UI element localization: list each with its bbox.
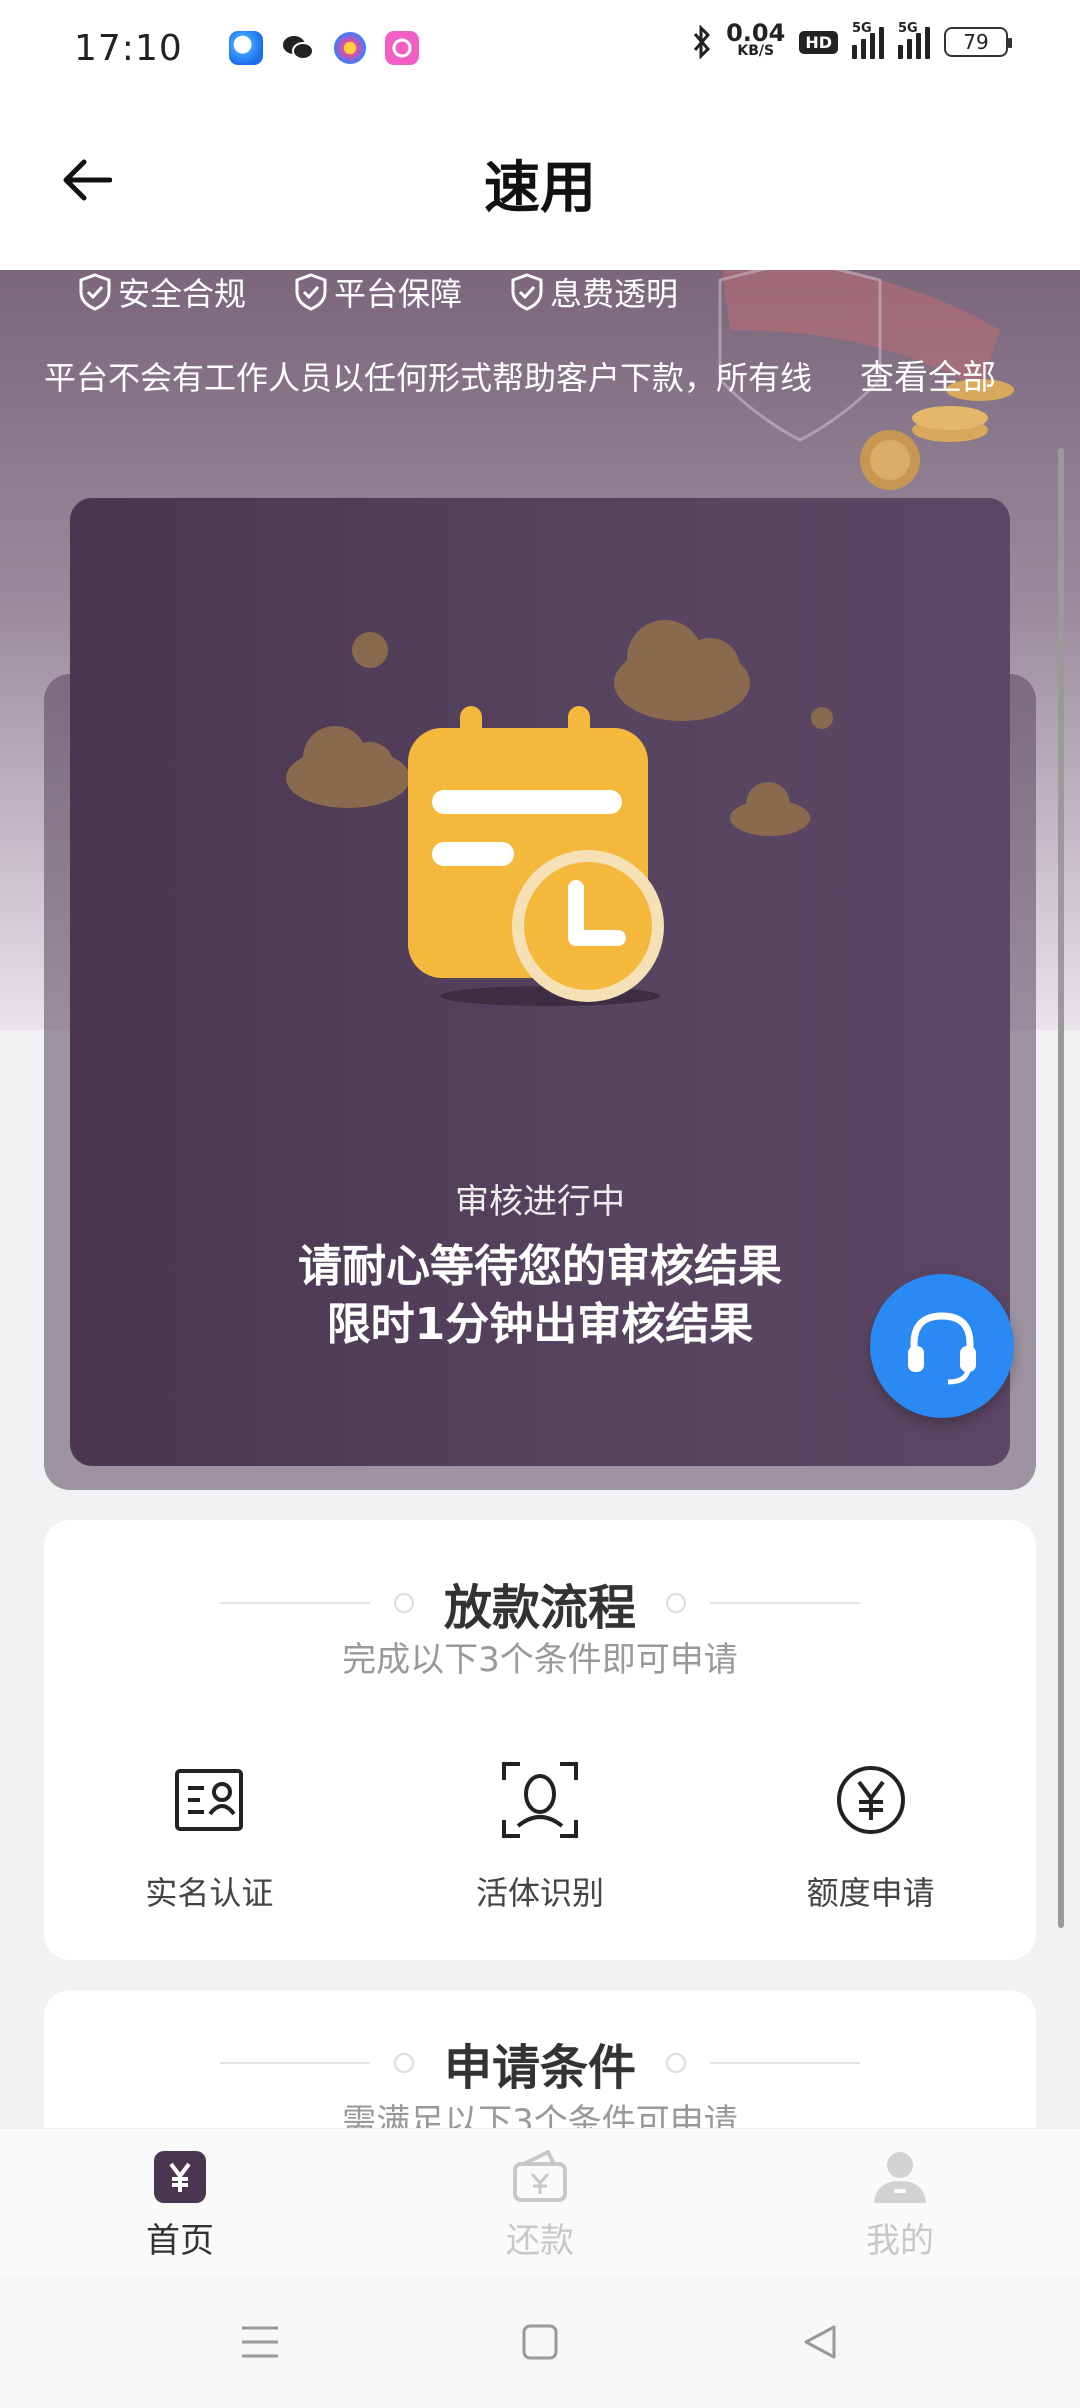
tab-label: 还款 bbox=[506, 2221, 574, 2261]
divider-line bbox=[219, 1602, 370, 1604]
divider-line bbox=[219, 2062, 370, 2064]
process-subtitle: 完成以下3个条件即可申请 bbox=[342, 1640, 738, 1680]
user-icon bbox=[872, 2149, 928, 2205]
system-indicators: 0.04 KB/S HD 5G 5G 79 bbox=[692, 19, 1012, 60]
tab-home[interactable]: 首页 bbox=[0, 2129, 360, 2276]
badge-label: 平台保障 bbox=[334, 275, 463, 313]
page-title: 速用 bbox=[484, 155, 596, 221]
divider-line bbox=[710, 2062, 860, 2064]
triangle-back-icon bbox=[804, 2325, 836, 2359]
customer-service-button[interactable] bbox=[870, 1274, 1014, 1418]
notice-marquee: 平台不会有工作人员以任何形式帮助客户下款，所有线 bbox=[44, 350, 824, 406]
face-scan-icon bbox=[500, 1760, 580, 1840]
divider-dot bbox=[393, 1593, 414, 1613]
conditions-title: 申请条件 bbox=[443, 2040, 636, 2096]
wechat-icon bbox=[280, 31, 315, 65]
review-status-card: 审核进行中 请耐心等待您的审核结果 限时1分钟出审核结果 bbox=[70, 498, 1010, 1466]
back-button[interactable] bbox=[54, 148, 118, 212]
net-speed-unit: KB/S bbox=[737, 43, 775, 59]
tab-label: 我的 bbox=[866, 2221, 934, 2261]
review-message: 请耐心等待您的审核结果 限时1分钟出审核结果 bbox=[70, 1238, 1010, 1354]
process-header: 放款流程 bbox=[44, 1568, 1036, 1638]
divider-dot bbox=[666, 2053, 686, 2073]
network-speed: 0.04 KB/S bbox=[726, 19, 786, 60]
review-status-label: 审核进行中 bbox=[455, 1182, 625, 1222]
step-real-name[interactable]: 实名认证 bbox=[44, 1760, 375, 1914]
shield-check-icon bbox=[511, 273, 543, 311]
step-label: 额度申请 bbox=[806, 1874, 935, 1912]
scrollbar[interactable] bbox=[1058, 448, 1064, 1928]
top-header: 速用 bbox=[0, 96, 1080, 270]
arrow-left-icon bbox=[63, 159, 112, 201]
trust-badges: 安全合规 平台保障 息费透明 bbox=[78, 270, 678, 314]
calendar-clock-illustration bbox=[286, 620, 833, 1006]
bluetooth-icon bbox=[693, 25, 711, 59]
notice-text: 平台不会有工作人员以任何形式帮助客户下款，所有线 bbox=[44, 359, 813, 397]
notification-icons bbox=[228, 31, 419, 65]
divider-line bbox=[710, 1602, 860, 1604]
tab-mine[interactable]: 我的 bbox=[720, 2129, 1080, 2276]
process-steps: 实名认证 活体识别 额度申请 bbox=[44, 1760, 1036, 1914]
signal-icon: 5G bbox=[852, 21, 884, 59]
divider-dot bbox=[393, 2053, 414, 2073]
tab-repay[interactable]: 还款 bbox=[360, 2129, 720, 2276]
shield-check-icon bbox=[295, 273, 327, 311]
headset-icon bbox=[908, 1312, 976, 1385]
battery-icon: 79 bbox=[944, 27, 1012, 57]
signal-label: 5G bbox=[852, 21, 872, 36]
step-label: 活体识别 bbox=[476, 1874, 605, 1912]
wallet-icon bbox=[512, 2149, 568, 2205]
menu-nav-button[interactable] bbox=[225, 2307, 295, 2377]
view-all-link[interactable]: 查看全部 bbox=[860, 350, 996, 406]
step-label: 实名认证 bbox=[145, 1874, 274, 1912]
net-speed-value: 0.04 bbox=[726, 19, 786, 47]
back-nav-button[interactable] bbox=[785, 2307, 855, 2377]
process-title: 放款流程 bbox=[443, 1580, 636, 1636]
badge-compliance: 安全合规 bbox=[78, 269, 246, 315]
clock: 17:10 bbox=[74, 27, 183, 69]
app-screen: 17:10 0.04 KB/S HD 5G 5G 79 速用 安全合规 平台保障… bbox=[0, 0, 1080, 2408]
yuan-home-icon bbox=[152, 2149, 208, 2205]
shield-check-icon bbox=[79, 273, 111, 311]
tab-label: 首页 bbox=[146, 2221, 214, 2261]
menu-icon bbox=[242, 2326, 278, 2358]
home-nav-button[interactable] bbox=[505, 2307, 575, 2377]
conditions-header: 申请条件 bbox=[44, 2028, 1036, 2098]
step-liveness[interactable]: 活体识别 bbox=[375, 1760, 706, 1914]
badge-label: 息费透明 bbox=[550, 275, 679, 313]
signal-icon-2: 5G bbox=[898, 21, 930, 59]
status-bar: 17:10 0.04 KB/S HD 5G 5G 79 bbox=[0, 0, 1080, 96]
browser-app-icon bbox=[228, 31, 263, 65]
step-credit-limit[interactable]: 额度申请 bbox=[705, 1760, 1036, 1914]
yuan-circle-icon bbox=[831, 1760, 911, 1840]
assistant-app-icon bbox=[332, 31, 367, 65]
battery-level: 79 bbox=[963, 30, 989, 54]
badge-guarantee: 平台保障 bbox=[294, 269, 462, 315]
badge-label: 安全合规 bbox=[118, 275, 247, 313]
badge-transparent: 息费透明 bbox=[510, 269, 678, 315]
review-message-line2: 限时1分钟出审核结果 bbox=[326, 1299, 754, 1350]
review-message-line1: 请耐心等待您的审核结果 bbox=[298, 1241, 782, 1292]
divider-dot bbox=[666, 1593, 686, 1613]
id-card-icon bbox=[169, 1760, 249, 1840]
camera-app-icon bbox=[384, 31, 419, 65]
loan-process-section: 放款流程 完成以下3个条件即可申请 实名认证 活体识别 额度申请 bbox=[44, 1520, 1036, 1960]
hd-badge: HD bbox=[799, 30, 838, 54]
system-nav-bar bbox=[0, 2276, 1080, 2408]
square-icon bbox=[522, 2324, 558, 2360]
signal-label-2: 5G bbox=[898, 21, 918, 36]
bottom-tab-bar: 首页 还款 我的 bbox=[0, 2128, 1080, 2276]
